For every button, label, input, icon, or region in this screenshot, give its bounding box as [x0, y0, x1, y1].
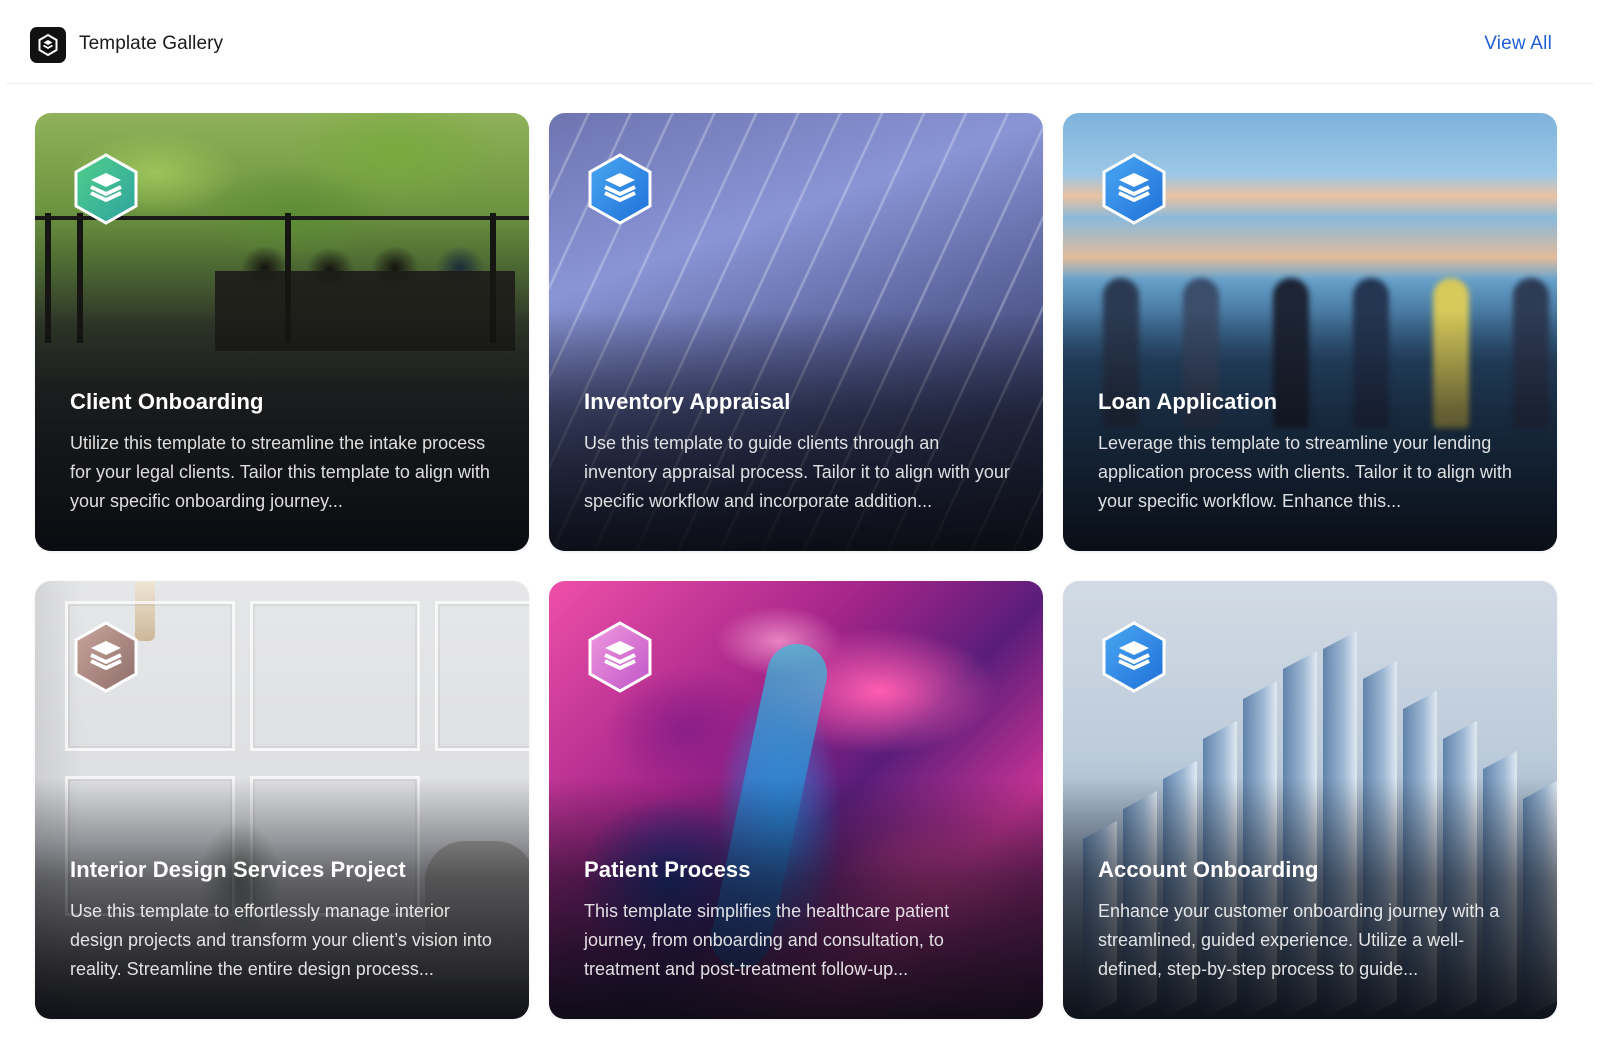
template-gallery-panel: Template Gallery View All Client Onboard… [6, 6, 1594, 1055]
layers-hexagon-icon [74, 153, 138, 225]
card-description: This template simplifies the healthcare … [584, 901, 950, 979]
layers-hexagon-icon [1102, 153, 1166, 225]
hexagon-logo-icon [30, 27, 66, 63]
template-card-interior-design[interactable]: Interior Design Services Project Use thi… [35, 581, 529, 1019]
card-title: Client Onboarding [70, 389, 264, 414]
card-title: Inventory Appraisal [584, 389, 791, 414]
template-card-client-onboarding[interactable]: Client Onboarding Utilize this template … [35, 113, 529, 551]
card-description: Use this template to guide clients throu… [584, 433, 1010, 511]
layers-hexagon-icon [588, 153, 652, 225]
gallery-header: Template Gallery View All [6, 6, 1594, 84]
card-description: Leverage this template to streamline you… [1098, 433, 1512, 511]
layers-hexagon-icon [588, 621, 652, 693]
card-description: Enhance your customer onboarding journey… [1098, 901, 1500, 979]
template-card-loan-application[interactable]: Loan Application Leverage this template … [1063, 113, 1557, 551]
card-description: Use this template to effortlessly manage… [70, 901, 492, 979]
template-card-account-onboarding[interactable]: Account Onboarding Enhance your customer… [1063, 581, 1557, 1019]
template-grid: Client Onboarding Utilize this template … [35, 113, 1557, 1019]
template-card-patient-process[interactable]: Patient Process This template simplifies… [549, 581, 1043, 1019]
card-title: Loan Application [1098, 389, 1278, 414]
card-title: Account Onboarding [1098, 857, 1319, 882]
view-all-link[interactable]: View All [1484, 33, 1552, 55]
card-title: Interior Design Services Project [70, 857, 406, 882]
layers-hexagon-icon [74, 621, 138, 693]
page-title: Template Gallery [79, 33, 224, 54]
template-card-inventory-appraisal[interactable]: Inventory Appraisal Use this template to… [549, 113, 1043, 551]
card-title: Patient Process [584, 857, 751, 882]
card-description: Utilize this template to streamline the … [70, 433, 490, 511]
layers-hexagon-icon [1102, 621, 1166, 693]
